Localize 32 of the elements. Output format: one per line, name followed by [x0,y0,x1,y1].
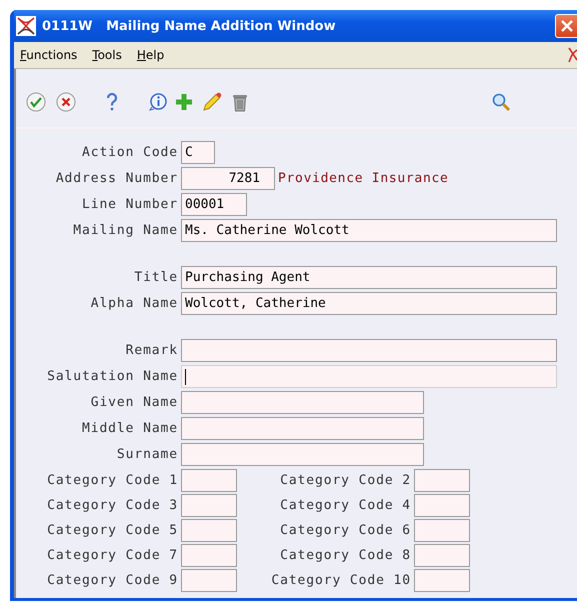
field-label: Category Code 9 [46,573,179,588]
menu-item[interactable]: Help [136,48,164,62]
field-label: Category Code 4 [279,498,412,513]
field-label: Remark [124,343,179,358]
field-label: Category Code 8 [279,548,412,563]
input-field[interactable]: Ms. Catherine Wolcott [181,219,557,242]
window-title: 0111W Mailing Name Addition Window [42,18,336,34]
field-label: Category Code 10 [270,573,412,588]
menu-item[interactable]: Tools [92,48,122,62]
menu-item[interactable]: Functions [20,48,78,62]
field-label: Category Code 7 [46,548,179,563]
field-label: Alpha Name [90,296,179,311]
input-field[interactable]: 00001 [181,193,247,216]
field-label: Category Code 1 [46,473,179,488]
field-label: Mailing Name [72,223,179,238]
field-label: Category Code 5 [46,523,179,538]
input-field[interactable]: C [181,141,215,164]
field-label: Category Code 3 [46,498,179,513]
address-description: Providence Insurance [278,171,449,186]
field-label: Address Number [54,171,179,186]
field-label: Title [133,270,179,285]
field-label: Middle Name [81,421,179,436]
input-field[interactable]: Wolcott, Catherine [181,292,557,315]
field-label: Category Code 6 [279,523,412,538]
field-label: Line Number [81,197,179,212]
field-label: Action Code [81,145,179,160]
field-label: Surname [116,447,179,462]
field-label: Given Name [90,395,179,410]
input-field[interactable]: 7281 [181,167,275,190]
input-field[interactable]: Purchasing Agent [181,266,557,289]
field-label: Category Code 2 [279,473,412,488]
field-label: Salutation Name [46,369,179,384]
